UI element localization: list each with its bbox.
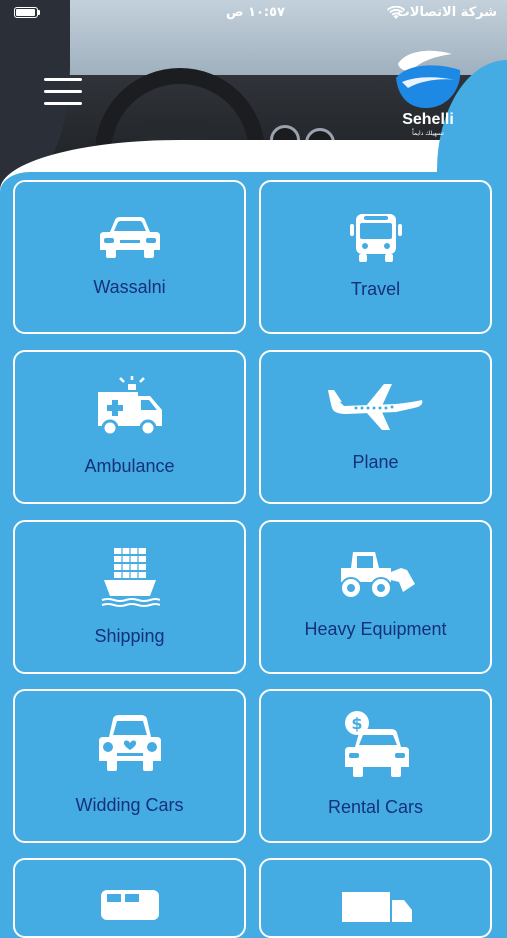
wedding-car-icon (98, 715, 161, 771)
car-icon (99, 217, 160, 258)
service-label: Plane (352, 452, 399, 472)
status-time: ١٠:٥٧ ص (226, 5, 285, 20)
menu-icon[interactable] (44, 76, 84, 110)
ambulance-icon (97, 376, 162, 437)
service-tile-rental-cars[interactable]: $ Rental Cars (259, 689, 492, 843)
loader-icon (339, 552, 415, 599)
logo-subtitle: تسهيلك دايماً (412, 130, 444, 137)
service-tile-heavy-equipment[interactable]: Heavy Equipment (259, 520, 492, 674)
ship-icon (101, 548, 160, 607)
service-tile-wedding-cars[interactable]: Widding Cars (13, 689, 246, 843)
service-tile-plane[interactable]: Plane (259, 350, 492, 504)
service-label: Ambulance (84, 456, 175, 476)
service-tile-wassalni[interactable]: Wassalni (13, 180, 246, 334)
rental-car-icon: $ (344, 711, 409, 777)
service-tile-partial-left[interactable] (13, 858, 246, 938)
service-label: Widding Cars (75, 795, 184, 815)
service-tile-shipping[interactable]: Shipping (13, 520, 246, 674)
bus-icon (349, 214, 402, 262)
service-label: Shipping (94, 626, 165, 646)
plane-icon (327, 384, 422, 430)
truck-icon (341, 892, 412, 922)
service-label: Travel (350, 279, 401, 299)
service-tile-travel[interactable]: Travel (259, 180, 492, 334)
logo-text: Sehelli (402, 111, 454, 128)
service-tile-ambulance[interactable]: Ambulance (13, 350, 246, 504)
app-logo: Sehelli تسهيلك دايماً (392, 48, 464, 140)
service-label: Rental Cars (327, 797, 424, 817)
service-label: Heavy Equipment (304, 619, 447, 639)
carrier-name: شركة الاتصالات (396, 5, 497, 20)
service-tile-partial-right[interactable] (259, 858, 492, 938)
battery-icon (14, 7, 38, 18)
logo-mark-icon (396, 50, 461, 108)
van-icon (100, 890, 159, 920)
status-bar: ١٠:٥٧ ص شركة الاتصالات (0, 0, 507, 28)
service-label: Wassalni (93, 277, 166, 297)
